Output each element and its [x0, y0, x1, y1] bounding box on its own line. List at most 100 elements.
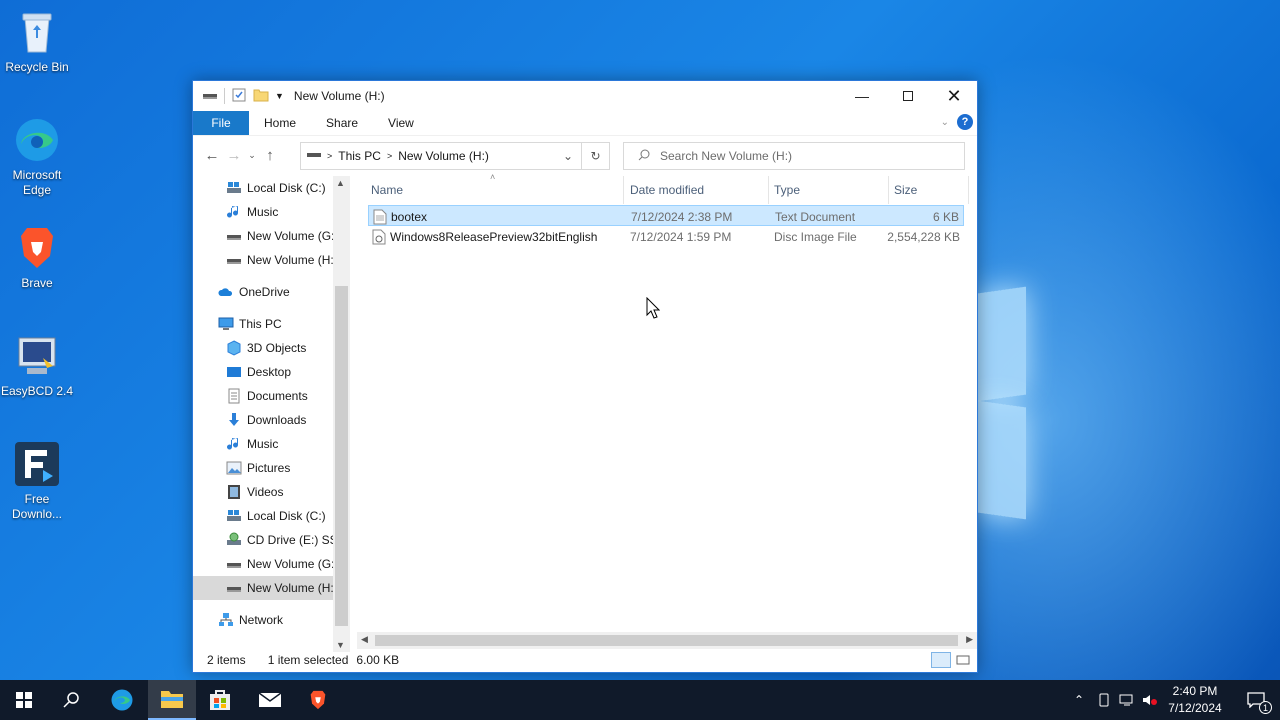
refresh-button[interactable]: ↻ [582, 142, 610, 170]
desktop-icon-easybcd[interactable]: EasyBCD 2.4 [0, 332, 74, 399]
breadcrumb-this-pc[interactable]: This PC [338, 149, 381, 163]
column-header-type[interactable]: Type [769, 176, 889, 204]
nav-item-local-disk-c[interactable]: Local Disk (C:) [193, 504, 333, 528]
address-dropdown-chevron-icon[interactable]: ⌄ [563, 149, 573, 163]
customize-toolbar-chevron-icon[interactable]: ▼ [275, 91, 284, 101]
network-icon[interactable] [1119, 692, 1135, 708]
desktop-icon-label: Free Downlo... [11, 492, 63, 521]
music-icon [226, 436, 242, 452]
large-icons-view-icon[interactable] [955, 652, 971, 668]
horizontal-scrollbar[interactable]: ◀ ▶ [357, 632, 977, 649]
file-name: bootex [391, 209, 428, 224]
tab-share[interactable]: Share [311, 111, 373, 135]
nav-item-downloads[interactable]: Downloads [193, 408, 333, 432]
nav-item-music[interactable]: Music [193, 432, 333, 456]
taskbar-mail-button[interactable] [246, 680, 294, 720]
scrollbar-thumb[interactable] [335, 286, 348, 626]
start-button[interactable] [0, 680, 48, 720]
taskbar-brave-button[interactable] [294, 680, 342, 720]
file-row[interactable]: Windows8ReleasePreview32bitEnglish 7/12/2… [368, 226, 964, 247]
tab-view[interactable]: View [373, 111, 429, 135]
clock-time: 2:40 PM [1172, 684, 1218, 698]
nav-item-label: New Volume (H: [247, 253, 334, 267]
disc-image-icon [372, 226, 386, 247]
search-icon [63, 692, 79, 708]
scrollbar-thumb[interactable] [375, 635, 958, 646]
window-title: New Volume (H:) [293, 89, 385, 103]
3d-objects-icon [226, 340, 242, 356]
volume-muted-icon[interactable] [1142, 692, 1158, 708]
drive-icon [226, 228, 242, 244]
desktop-icon-edge[interactable]: Microsoft Edge [0, 116, 74, 198]
scroll-left-icon[interactable]: ◀ [361, 634, 368, 645]
nav-item-3d-objects[interactable]: 3D Objects [193, 336, 333, 360]
nav-item-cd-drive-e-sss[interactable]: CD Drive (E:) SSS [193, 528, 346, 552]
nav-item-network[interactable]: Network [193, 608, 333, 632]
nav-item-local-disk-c[interactable]: Local Disk (C:) [193, 176, 333, 200]
nav-item-new-volume-g[interactable]: New Volume (G: [193, 552, 334, 576]
navigation-pane-scrollbar[interactable]: ▲ ▼ [333, 176, 350, 652]
tab-home[interactable]: Home [249, 111, 311, 135]
nav-item-label: Network [239, 613, 284, 627]
nav-item-documents[interactable]: Documents [193, 384, 333, 408]
recent-locations-chevron-icon[interactable]: ⌄ [245, 150, 259, 161]
expand-ribbon-chevron-icon[interactable]: ⌄ [941, 117, 949, 128]
nav-item-desktop[interactable]: Desktop [193, 360, 333, 384]
help-icon[interactable]: ? [957, 114, 973, 130]
minimize-button[interactable]: — [839, 81, 885, 111]
nav-item-videos[interactable]: Videos [193, 480, 333, 504]
maximize-button[interactable] [885, 81, 931, 111]
tab-file[interactable]: File [193, 111, 249, 135]
maximize-icon [903, 91, 913, 101]
nav-item-label: Downloads [247, 413, 307, 427]
close-icon: ✕ [946, 85, 962, 106]
action-center-button[interactable]: 1 [1232, 680, 1280, 720]
forward-arrow-icon[interactable]: → [223, 147, 245, 164]
taskbar-edge-button[interactable] [98, 680, 146, 720]
title-bar[interactable]: ▼ New Volume (H:) — ✕ [193, 81, 977, 111]
nav-item-this-pc[interactable]: This PC [193, 312, 333, 336]
drive-icon [307, 149, 321, 163]
file-row[interactable]: bootex 7/12/2024 2:38 PM Text Document 6 KB [368, 205, 964, 226]
show-hidden-icons-chevron-icon[interactable]: ⌃ [1071, 692, 1087, 708]
properties-icon[interactable] [231, 87, 247, 106]
address-bar[interactable]: > This PC > New Volume (H:) ⌄ [300, 142, 582, 170]
close-button[interactable]: ✕ [931, 81, 977, 111]
device-icon[interactable] [1096, 692, 1112, 708]
desktop-icon-brave[interactable]: Brave [0, 224, 74, 291]
nav-item-label: New Volume (G: [247, 229, 335, 243]
refresh-icon: ↻ [590, 149, 601, 163]
nav-item-label: This PC [239, 317, 282, 331]
details-view-icon[interactable] [931, 652, 951, 668]
taskbar-clock[interactable]: 2:40 PM 7/12/2024 [1162, 683, 1228, 717]
navigation-pane: Local Disk (C:) Music New Volume (G: New Vo… [193, 176, 349, 652]
taskbar-store-button[interactable] [196, 680, 244, 720]
nav-item-pictures[interactable]: Pictures [193, 456, 333, 480]
nav-item-onedrive[interactable]: OneDrive [193, 280, 333, 304]
drive-icon [226, 252, 242, 268]
desktop-icon-free-download-manager[interactable]: Free Downlo... [0, 440, 74, 522]
desktop-icon-recycle-bin[interactable]: Recycle Bin [0, 8, 74, 75]
nav-item-new-volume-g[interactable]: New Volume (G: [193, 224, 335, 248]
nav-item-new-volume-h[interactable]: New Volume (H: [193, 248, 334, 272]
nav-item-music[interactable]: Music [193, 200, 333, 224]
nav-item-label: Music [247, 205, 279, 219]
drive-icon [226, 580, 242, 596]
back-arrow-icon[interactable]: ← [201, 147, 223, 164]
scroll-up-icon[interactable]: ▲ [336, 178, 345, 188]
scroll-right-icon[interactable]: ▶ [966, 634, 973, 645]
column-header-date-modified[interactable]: Date modified [625, 176, 769, 204]
new-folder-icon[interactable] [253, 87, 269, 106]
search-box[interactable]: Search New Volume (H:) [623, 142, 965, 170]
drive-icon [226, 556, 242, 572]
search-button[interactable] [48, 680, 96, 720]
breadcrumb-new-volume-h[interactable]: New Volume (H:) [398, 149, 489, 163]
column-header-size[interactable]: Size [889, 176, 969, 204]
column-header-name[interactable]: Name [366, 176, 624, 204]
taskbar-file-explorer-button[interactable] [148, 680, 196, 720]
drive-icon [202, 87, 218, 106]
brave-icon [13, 224, 61, 272]
file-explorer-window: ▼ New Volume (H:) — ✕ File Home Share Vi… [192, 80, 978, 673]
up-arrow-icon[interactable]: ↑ [259, 147, 281, 164]
nav-item-new-volume-h[interactable]: New Volume (H: [193, 576, 334, 600]
